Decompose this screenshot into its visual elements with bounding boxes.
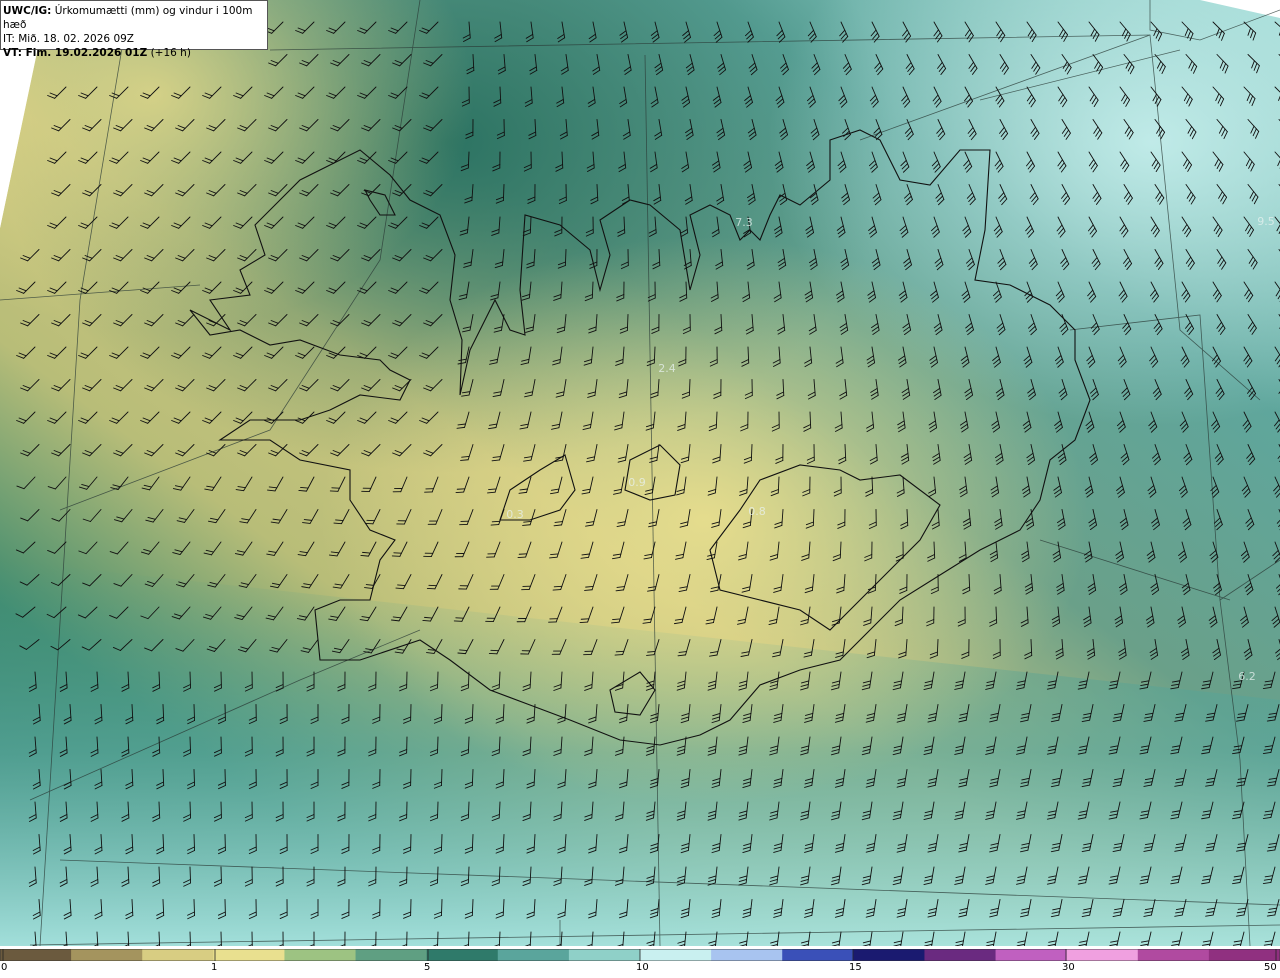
map-value-label: 0.3 <box>506 508 524 521</box>
colorbar <box>0 946 1280 962</box>
colorbar-tick-label: 50 <box>1264 962 1277 973</box>
title-box: UWC/IG: Úrkomumætti (mm) og vindur i 100… <box>0 0 268 59</box>
init-time: IT: Mið. 18. 02. 2026 09Z <box>3 33 134 45</box>
map-value-label: 7.3 <box>735 216 753 229</box>
colorbar-tick-label: 5 <box>424 962 431 973</box>
precip-field <box>0 0 1280 946</box>
valid-time: VT: Fim. 19.02.2026 01Z <box>3 47 148 59</box>
map-value-label: 0.9 <box>628 476 646 489</box>
lead-time: (+16 h) <box>150 47 191 59</box>
colorbar-labels: 0 1 5 10 15 30 50 <box>0 960 1280 978</box>
valid-time-line: VT: Fim. 19.02.2026 01Z (+16 h) <box>3 46 265 60</box>
map-value-label: 9.5 <box>1257 215 1275 228</box>
map-value-label: 2.4 <box>658 362 676 375</box>
model-label: UWC/IG: <box>3 5 52 17</box>
colorbar-tick-label: 15 <box>849 962 862 973</box>
colorbar-tick-label: 1 <box>211 962 218 973</box>
map-value-label: 6.2 <box>1238 670 1256 683</box>
colorbar-tick-label: 0 <box>1 962 8 973</box>
map-value-label: 0.8 <box>748 505 766 518</box>
precipitation-map: 7.3 2.4 0.9 0.8 0.3 9.5 6.2 <box>0 0 1280 952</box>
title-line: UWC/IG: Úrkomumætti (mm) og vindur i 100… <box>3 4 265 32</box>
colorbar-tick-label: 10 <box>636 962 649 973</box>
colorbar-tick-label: 30 <box>1062 962 1075 973</box>
